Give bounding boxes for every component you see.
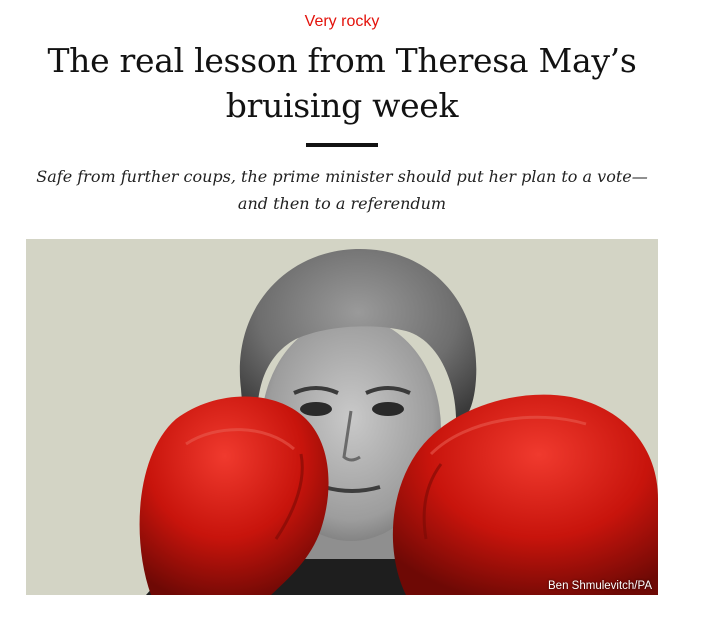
article-standfirst: Safe from further coups, the prime minis… — [36, 167, 648, 213]
image-credit: Ben Shmulevitch/PA — [548, 580, 652, 592]
headline-divider — [306, 143, 378, 147]
article-headline: The real lesson from Theresa May’s bruis… — [47, 41, 637, 125]
hero-illustration — [26, 239, 658, 595]
article-kicker[interactable]: Very rocky — [0, 10, 684, 34]
hero-image: Ben Shmulevitch/PA — [26, 239, 658, 595]
